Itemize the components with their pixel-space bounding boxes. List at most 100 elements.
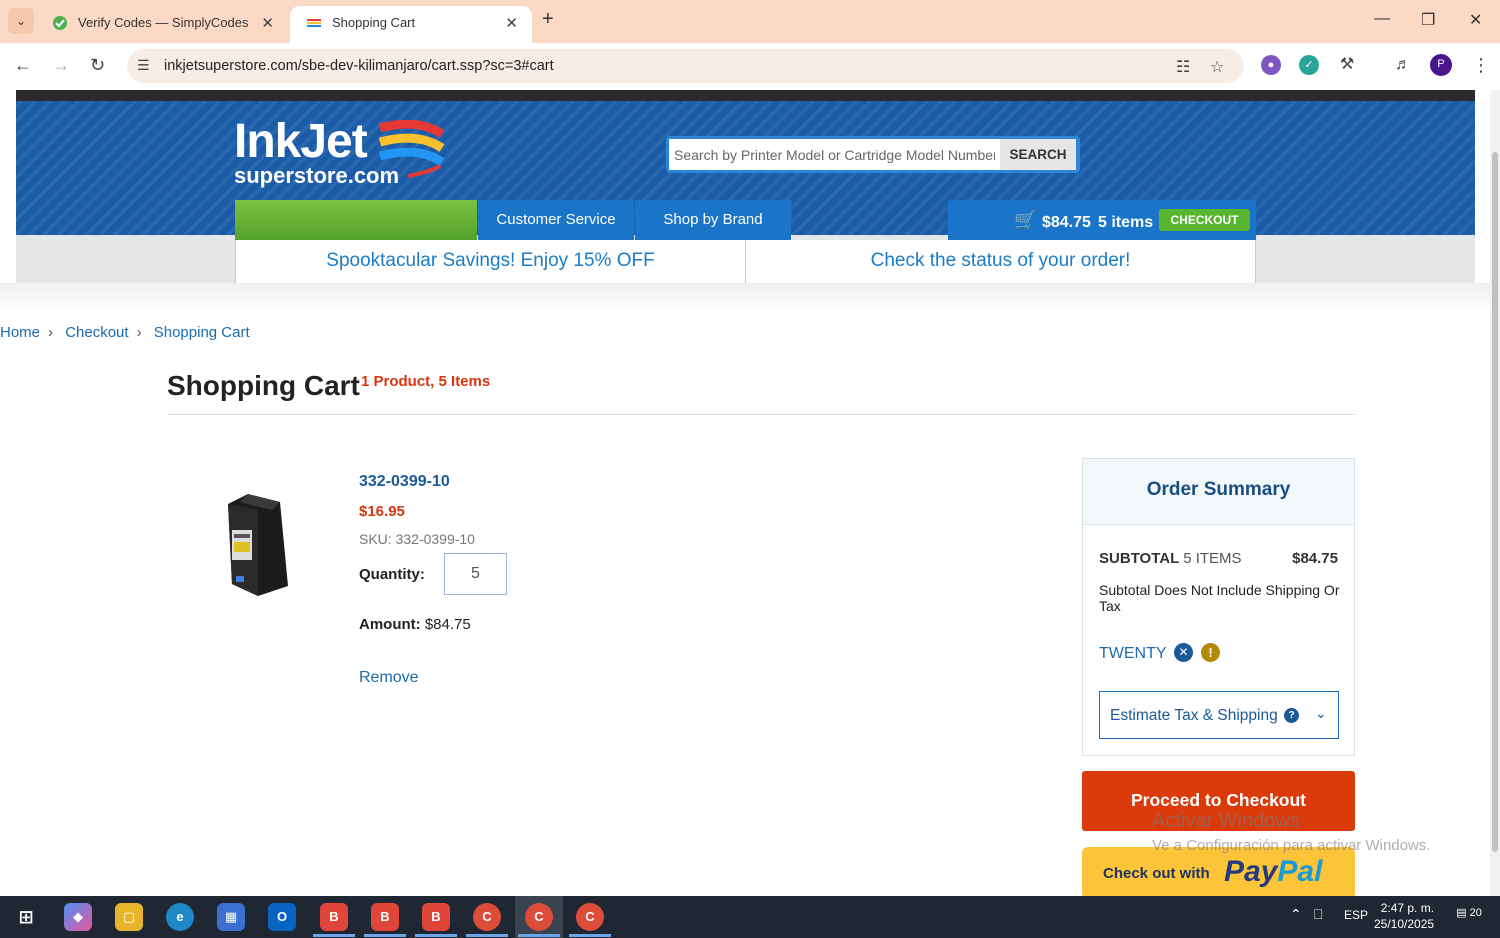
site-logo[interactable]: InkJet superstore.com xyxy=(234,115,444,188)
subtotal-text: SUBTOTAL xyxy=(1099,550,1180,567)
taskbar-active-indicator xyxy=(313,934,355,937)
order-summary-title: Order Summary xyxy=(1083,459,1354,525)
browser-tab-bar: ⌄ Verify Codes — SimplyCodes ✕ Shopping … xyxy=(0,0,1500,43)
address-bar[interactable]: ☰ inkjetsuperstore.com/sbe-dev-kilimanja… xyxy=(127,49,1244,83)
site-info-icon[interactable]: ☰ xyxy=(137,57,150,74)
browser-menu-icon[interactable]: ⋮ xyxy=(1472,55,1490,76)
translate-icon[interactable]: ☷ xyxy=(1176,57,1190,77)
tray-chevron-up-icon[interactable]: ⌃ xyxy=(1290,906,1302,923)
breadcrumb-shopping-cart[interactable]: Shopping Cart xyxy=(154,324,250,341)
promo-savings-link[interactable]: Spooktacular Savings! Enjoy 15% OFF xyxy=(235,240,745,283)
logo-sub-text: superstore.com xyxy=(234,163,400,188)
product-image[interactable] xyxy=(218,490,294,598)
media-control-icon[interactable]: ♬ xyxy=(1393,55,1413,75)
product-sku: SKU: 332-0399-10 xyxy=(359,531,475,547)
estimate-tax-shipping-toggle[interactable]: Estimate Tax & Shipping ? ⌄ xyxy=(1099,691,1339,739)
paypal-logo-pay: Pay xyxy=(1224,855,1278,888)
forward-icon[interactable]: → xyxy=(52,55,70,76)
tab-shopping-cart[interactable]: Shopping Cart ✕ xyxy=(290,6,532,43)
brave-icon-3[interactable]: B xyxy=(422,903,450,931)
page-scrollbar[interactable] xyxy=(1490,90,1500,896)
product-name-link[interactable]: 332-0399-10 xyxy=(359,473,450,491)
extension-icon[interactable]: ● xyxy=(1261,55,1281,75)
watermark-line1: Activar Windows xyxy=(1152,810,1300,832)
quantity-label: Quantity: xyxy=(359,566,425,583)
windows-start-icon[interactable]: ⊞ xyxy=(12,903,40,931)
paypal-logo: PayPal xyxy=(1224,855,1322,889)
shield-extension-icon[interactable]: ✓ xyxy=(1299,55,1319,75)
close-window-icon[interactable]: ✕ xyxy=(1469,10,1482,30)
brave-icon[interactable]: B xyxy=(320,903,348,931)
back-icon[interactable]: ← xyxy=(14,55,32,76)
amount-label: Amount: xyxy=(359,616,421,633)
breadcrumb: Home › Checkout › Shopping Cart xyxy=(0,324,256,341)
cart-item-count: 5 items xyxy=(1098,214,1154,231)
product-amount: Amount: $84.75 xyxy=(359,616,471,633)
scrollbar-thumb[interactable] xyxy=(1492,152,1498,852)
logo-main-text: InkJet xyxy=(234,115,368,168)
subtotal-note: Subtotal Does Not Include Shipping Or Ta… xyxy=(1099,582,1340,614)
store-icon[interactable]: ▦ xyxy=(217,903,245,931)
quantity-input[interactable]: 5 xyxy=(444,553,507,595)
page-viewport: InkJet superstore.com SEARCH Customer Se… xyxy=(0,90,1490,896)
puzzle-extensions-icon[interactable]: ⚒ xyxy=(1337,55,1357,75)
product-price: $16.95 xyxy=(359,503,405,520)
chrome-icon-2[interactable]: C xyxy=(576,903,604,931)
system-clock[interactable]: 2:47 p. m. 25/10/2025 xyxy=(1374,900,1434,932)
paypal-prefix-text: Check out with xyxy=(1103,865,1210,882)
breadcrumb-chevron-icon: › xyxy=(136,324,142,341)
remove-promo-icon[interactable]: ✕ xyxy=(1174,643,1193,662)
tab-search-chevron-icon[interactable]: ⌄ xyxy=(8,8,34,34)
notification-count: 20 xyxy=(1469,907,1482,919)
brave-icon-2[interactable]: B xyxy=(371,903,399,931)
order-summary: Order Summary SUBTOTAL 5 ITEMS $84.75 Su… xyxy=(1082,458,1355,756)
network-icon[interactable]: ⎕ xyxy=(1314,906,1322,923)
paypal-checkout-button[interactable]: Check out with PayPal xyxy=(1082,847,1355,896)
outlook-icon[interactable]: O xyxy=(268,903,296,931)
taskbar-active-indicator xyxy=(466,934,508,937)
search-box: SEARCH xyxy=(666,136,1080,173)
tab-close-icon[interactable]: ✕ xyxy=(261,14,274,32)
taskbar-active-indicator xyxy=(569,934,611,937)
language-indicator[interactable]: ESP xyxy=(1344,908,1368,922)
browser-toolbar: ← → ↻ ☰ inkjetsuperstore.com/sbe-dev-kil… xyxy=(0,43,1500,90)
breadcrumb-checkout[interactable]: Checkout xyxy=(65,324,128,341)
order-status-link[interactable]: Check the status of your order! xyxy=(745,240,1256,283)
reload-icon[interactable]: ↻ xyxy=(90,55,105,76)
cart-count-badge: 1 Product, 5 Items xyxy=(361,373,491,390)
edge-icon[interactable]: e xyxy=(166,903,194,931)
search-input[interactable] xyxy=(669,139,1000,170)
header-cart[interactable]: 🛒 $84.75 5 items CHECKOUT xyxy=(948,200,1256,240)
help-icon[interactable]: ? xyxy=(1284,708,1299,723)
notification-center-icon[interactable]: ▤ 20 xyxy=(1456,906,1482,928)
windows-taskbar: ⊞ ◆ ▢ e ▦ O B B B C C C ⌃ ⎕ ESP 2:47 p. … xyxy=(0,896,1500,938)
tab-verify-codes[interactable]: Verify Codes — SimplyCodes ✕ xyxy=(36,6,288,43)
subtotal-value: $84.75 xyxy=(1292,550,1338,567)
bookmark-star-icon[interactable]: ☆ xyxy=(1210,57,1224,77)
search-button[interactable]: SEARCH xyxy=(1000,139,1076,170)
promo-warning-icon[interactable]: ! xyxy=(1201,643,1220,662)
promo-code: TWENTY xyxy=(1099,645,1167,662)
chrome-profile-icon[interactable]: C xyxy=(525,903,553,931)
chevron-down-icon: ⌄ xyxy=(1315,705,1327,721)
chrome-icon[interactable]: C xyxy=(473,903,501,931)
nav-shop-by-brand[interactable]: Shop by Brand xyxy=(635,200,791,240)
subtotal-items: 5 ITEMS xyxy=(1183,550,1242,567)
remove-link[interactable]: Remove xyxy=(359,669,419,687)
new-tab-button[interactable]: + xyxy=(542,8,554,31)
simplycodes-favicon-icon xyxy=(53,16,67,30)
tab-close-icon[interactable]: ✕ xyxy=(505,14,518,32)
title-divider xyxy=(167,414,1355,415)
taskbar-active-indicator xyxy=(415,934,457,937)
subtotal-label: SUBTOTAL 5 ITEMS xyxy=(1099,550,1242,567)
nav-tab-green[interactable] xyxy=(235,200,477,240)
header-checkout-button[interactable]: CHECKOUT xyxy=(1159,209,1250,231)
copilot-icon[interactable]: ◆ xyxy=(64,903,92,931)
minimize-icon[interactable]: — xyxy=(1374,10,1390,28)
restore-icon[interactable]: ❐ xyxy=(1421,10,1435,30)
windows-activation-watermark: Activar Windows Ve a Configuración para … xyxy=(1152,810,1430,854)
file-explorer-icon[interactable]: ▢ xyxy=(115,903,143,931)
breadcrumb-home[interactable]: Home xyxy=(0,324,40,341)
nav-customer-service[interactable]: Customer Service xyxy=(478,200,634,240)
profile-avatar[interactable]: P xyxy=(1430,54,1452,76)
